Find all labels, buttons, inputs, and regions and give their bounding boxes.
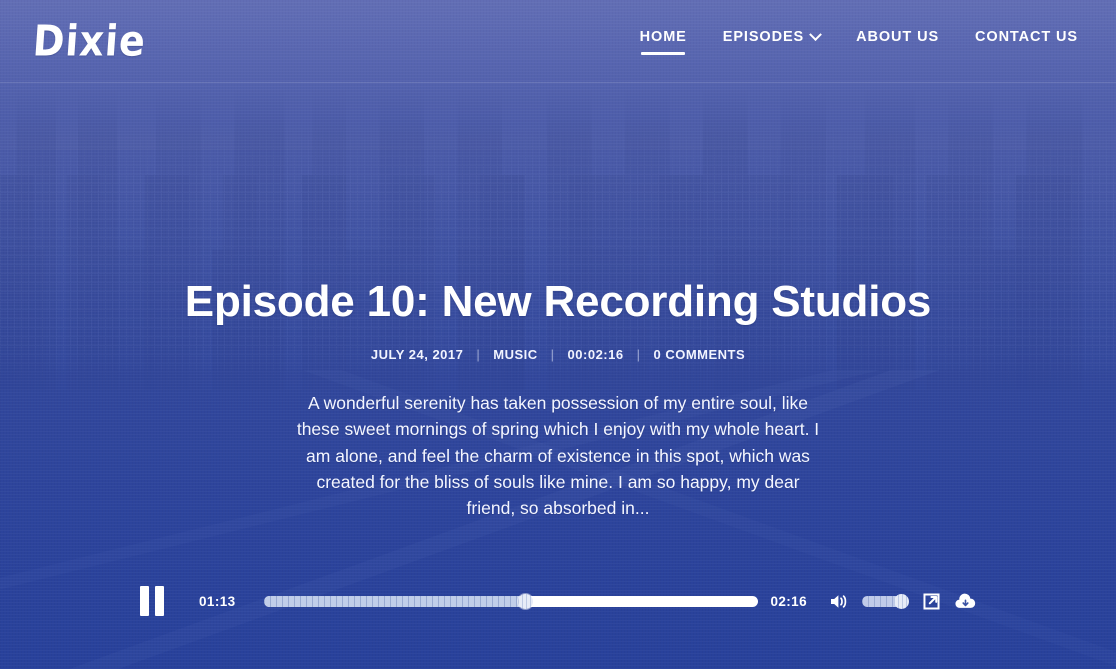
meta-comments-count[interactable]: 0 COMMENTS: [653, 347, 745, 362]
nav-item-about-us[interactable]: ABOUT US: [856, 23, 939, 59]
progress-slider[interactable]: [263, 593, 759, 609]
audio-player: 01:13 02:16: [140, 585, 976, 617]
nav-item-contact-us[interactable]: CONTACT US: [975, 23, 1078, 59]
volume-handle[interactable]: [894, 593, 909, 609]
meta-date: JULY 24, 2017: [370, 347, 464, 363]
meta-duration: 00:02:16: [567, 347, 624, 363]
page-root: Dixie HOME EPISODES ABOUT US CONTACT US …: [0, 0, 1116, 669]
player-right-controls: [829, 592, 976, 611]
chevron-down-icon: [809, 27, 822, 41]
nav-item-label: ABOUT US: [856, 29, 940, 45]
external-link-icon[interactable]: [922, 592, 941, 611]
pause-icon[interactable]: [140, 586, 164, 616]
episode-title: Episode 10: New Recording Studios: [184, 277, 932, 326]
nav-item-episodes[interactable]: EPISODES: [722, 23, 822, 59]
total-time-label: 02:16: [770, 593, 807, 609]
episode-meta: JULY 24, 2017 | MUSIC | 00:02:16 | 0 COM…: [371, 347, 745, 362]
nav-item-label: EPISODES: [722, 29, 805, 45]
meta-separator: |: [476, 347, 481, 363]
progress-played-fill: [263, 595, 526, 607]
site-logo[interactable]: Dixie: [29, 16, 147, 65]
current-time-label: 01:13: [199, 593, 236, 609]
progress-handle[interactable]: [518, 593, 534, 609]
pause-bar-left: [140, 586, 149, 616]
active-nav-underline: [641, 52, 686, 55]
hero-section: Episode 10: New Recording Studios JULY 2…: [0, 83, 1116, 669]
speaker-volume-icon[interactable]: [829, 593, 848, 610]
nav-item-label: HOME: [639, 29, 687, 45]
pause-bar-right: [155, 586, 164, 616]
site-header: Dixie HOME EPISODES ABOUT US CONTACT US: [0, 0, 1116, 83]
nav-item-label: CONTACT US: [975, 29, 1078, 45]
meta-category[interactable]: MUSIC: [493, 347, 537, 362]
main-navigation: HOME EPISODES ABOUT US CONTACT US: [640, 23, 1086, 59]
volume-slider[interactable]: [862, 593, 909, 609]
episode-excerpt: A wonderful serenity has taken possessio…: [296, 393, 820, 518]
meta-separator: |: [550, 347, 555, 363]
cloud-download-icon[interactable]: [955, 593, 976, 610]
nav-item-home[interactable]: HOME: [640, 23, 687, 59]
meta-separator: |: [636, 347, 641, 363]
